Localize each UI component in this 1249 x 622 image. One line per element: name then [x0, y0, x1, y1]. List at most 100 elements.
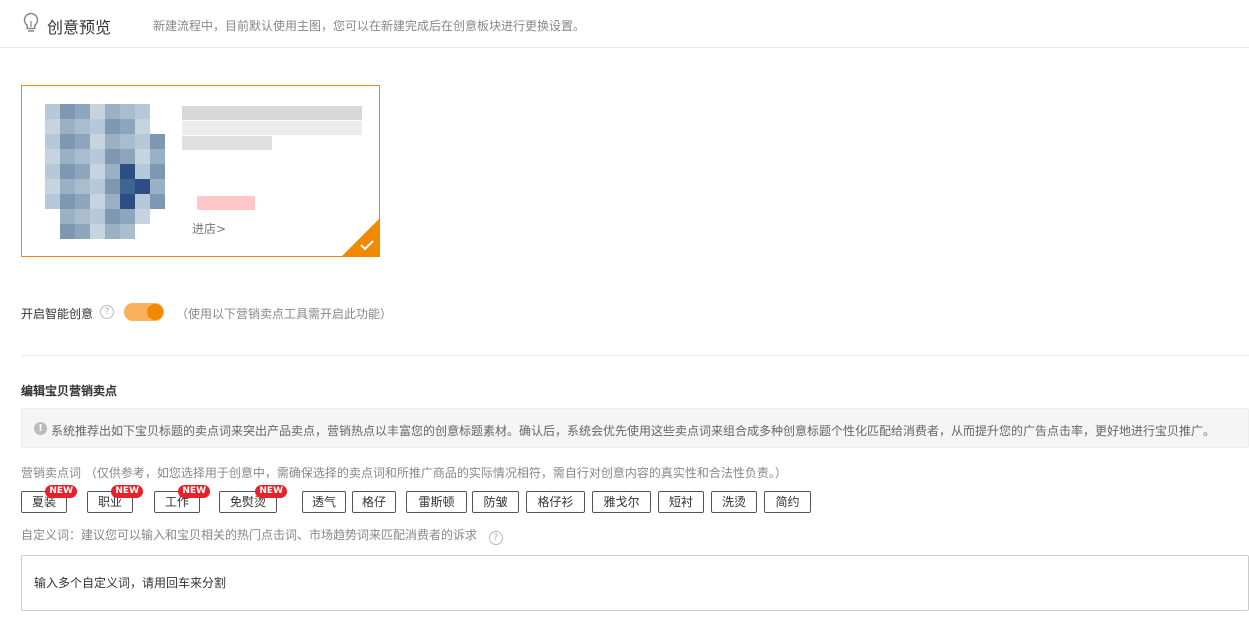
question-icon[interactable]: ?: [100, 305, 114, 319]
smart-creative-toggle[interactable]: [124, 303, 164, 321]
keyword-tag-label: 短衬: [668, 495, 693, 509]
shop-link[interactable]: 进店>: [192, 220, 226, 237]
image-pixel: [135, 179, 150, 194]
image-pixel: [75, 149, 90, 164]
keyword-tag[interactable]: 短衬: [658, 491, 704, 513]
image-pixel: [120, 194, 135, 209]
keyword-tag-label: 雷斯顿: [418, 495, 455, 509]
image-pixel: [90, 209, 105, 224]
image-pixel: [135, 209, 150, 224]
new-badge: NEW: [255, 485, 287, 498]
keyword-tag-label: 简约: [775, 495, 800, 509]
custom-words-label-text: 自定义词：建议您可以输入和宝贝相关的热门点击词、市场趋势词来匹配消费者的诉求: [21, 528, 478, 542]
keyword-tag[interactable]: 格仔: [352, 491, 396, 513]
lightbulb-icon: [23, 12, 39, 32]
image-pixel: [105, 164, 120, 179]
image-pixel: [75, 209, 90, 224]
keyword-tag[interactable]: 职业 NEW: [87, 485, 143, 513]
image-pixel: [105, 104, 120, 119]
keyword-tag[interactable]: 洗烫: [711, 491, 757, 513]
keyword-tag[interactable]: 雅戈尔: [592, 491, 651, 513]
image-pixel: [60, 164, 75, 179]
image-pixel: [120, 104, 135, 119]
custom-words-label: 自定义词：建议您可以输入和宝贝相关的热门点击词、市场趋势词来匹配消费者的诉求 ?: [21, 526, 503, 545]
keyword-tag[interactable]: 防皱: [472, 491, 519, 513]
keyword-tag[interactable]: 免熨烫 NEW: [219, 485, 287, 513]
image-pixel: [60, 104, 75, 119]
image-pixel: [75, 224, 90, 239]
image-pixel: [60, 209, 75, 224]
keyword-tag-label: 透气: [311, 495, 336, 509]
page-header: 创意预览 新建流程中，目前默认使用主图，您可以在新建完成后在创意板块进行更换设置…: [0, 0, 1249, 48]
notice-text: 系统推荐出如下宝贝标题的卖点词来突出产品卖点，营销热点以丰富您的创意标题素材。确…: [51, 424, 1216, 438]
keyword-tag[interactable]: 透气: [302, 491, 346, 513]
image-pixel: [90, 104, 105, 119]
image-pixel: [90, 134, 105, 149]
image-pixel: [105, 119, 120, 134]
image-pixel: [150, 194, 165, 209]
keyword-tag[interactable]: 夏装 NEW: [21, 485, 77, 513]
blurred-text-row: [197, 196, 255, 210]
image-pixel: [105, 179, 120, 194]
image-pixel: [90, 179, 105, 194]
question-icon[interactable]: ?: [488, 531, 503, 545]
keyword-tag[interactable]: 简约: [764, 491, 811, 513]
toggle-knob: [147, 304, 163, 320]
image-pixel: [75, 194, 90, 209]
page-description: 新建流程中，目前默认使用主图，您可以在新建完成后在创意板块进行更换设置。: [153, 19, 586, 33]
new-badge: NEW: [45, 485, 77, 498]
image-pixel: [45, 164, 60, 179]
image-pixel: [150, 164, 165, 179]
smart-creative-hint: （使用以下营销卖点工具需开启此功能）: [176, 307, 393, 321]
check-icon: [360, 240, 374, 251]
image-pixel: [75, 179, 90, 194]
info-notice: ! 系统推荐出如下宝贝标题的卖点词来突出产品卖点，营销热点以丰富您的创意标题素材…: [21, 408, 1249, 448]
image-pixel: [90, 119, 105, 134]
image-pixel: [45, 119, 60, 134]
image-pixel: [45, 134, 60, 149]
image-pixel: [120, 149, 135, 164]
image-pixel: [45, 179, 60, 194]
keywords-label: 营销卖点词 （仅供参考，如您选择用于创意中，需确保选择的卖点词和所推广商品的实际…: [21, 466, 787, 480]
image-pixel: [45, 149, 60, 164]
section-title: 编辑宝贝营销卖点: [21, 384, 118, 398]
image-pixel: [150, 179, 165, 194]
blurred-text-row: [182, 136, 272, 150]
blurred-text-row: [182, 121, 362, 135]
image-pixel: [105, 149, 120, 164]
image-pixel: [45, 104, 60, 119]
image-pixel: [60, 179, 75, 194]
new-badge: NEW: [178, 485, 210, 498]
keyword-tag-label: 雅戈尔: [603, 495, 640, 509]
divider: [21, 355, 1249, 356]
new-badge: NEW: [111, 485, 143, 498]
image-pixel: [105, 194, 120, 209]
image-pixel: [135, 134, 150, 149]
keyword-tag-label: 格仔衫: [537, 495, 574, 509]
image-pixel: [135, 119, 150, 134]
image-pixel: [105, 209, 120, 224]
image-pixel: [120, 119, 135, 134]
image-pixel: [90, 164, 105, 179]
image-pixel: [60, 224, 75, 239]
keyword-tag[interactable]: 格仔衫: [526, 491, 585, 513]
image-pixel: [120, 179, 135, 194]
image-pixel: [75, 134, 90, 149]
image-pixel: [90, 194, 105, 209]
image-pixel: [135, 149, 150, 164]
info-icon: !: [34, 422, 47, 435]
image-pixel: [75, 104, 90, 119]
custom-words-input[interactable]: [21, 555, 1249, 611]
keyword-tag[interactable]: 雷斯顿: [406, 491, 467, 513]
image-pixel: [90, 224, 105, 239]
image-pixel: [75, 119, 90, 134]
creative-preview-card[interactable]: 进店>: [21, 85, 380, 257]
keyword-tag-label: 洗烫: [721, 495, 746, 509]
image-pixel: [105, 134, 120, 149]
image-pixel: [60, 134, 75, 149]
image-pixel: [45, 194, 60, 209]
keyword-tag[interactable]: 工作 NEW: [154, 485, 210, 513]
image-pixel: [135, 164, 150, 179]
keyword-tag-label: 格仔: [361, 495, 386, 509]
image-pixel: [120, 164, 135, 179]
